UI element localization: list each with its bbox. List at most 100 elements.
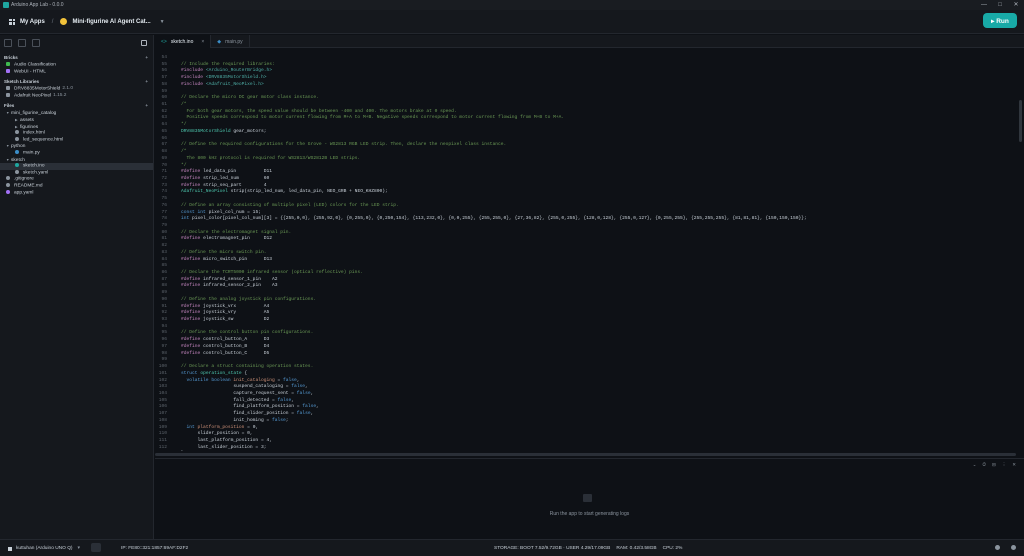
code-token: suspend_cataloging = bbox=[181, 384, 292, 390]
line-number: 68 bbox=[161, 149, 167, 155]
code-token: strip(strip_led_num, led_data_pin, NEO_G… bbox=[227, 189, 388, 195]
code-line: 110 slider_position = 0, bbox=[155, 431, 1015, 438]
resource-stats: STORAGE: BOOT 7.52/9.72GB · USER 4.29/17… bbox=[494, 546, 688, 551]
console-toolbar: ⌄ ⏱ ⊟ ⋮ ✕ bbox=[967, 462, 1016, 468]
line-number: 90 bbox=[161, 296, 167, 302]
code-line: 72 #define strip_led_num 60 bbox=[155, 176, 1015, 183]
tab-sketch-ino[interactable]: <> sketch.ino × bbox=[155, 35, 212, 48]
code-line: 64 */ bbox=[155, 122, 1015, 129]
file-tree-item[interactable]: ▼ python bbox=[0, 143, 153, 150]
code-token: /* bbox=[181, 149, 187, 155]
code-token: DRV8835MotorShield bbox=[181, 128, 231, 134]
code-token: */ bbox=[181, 122, 187, 128]
files-section-title: Files + bbox=[4, 102, 148, 110]
code-line: 68 /* bbox=[155, 149, 1015, 156]
chevron-down-icon: ▾ bbox=[77, 546, 80, 551]
upload-icon[interactable] bbox=[32, 39, 40, 47]
code-token: control_button_A D3 bbox=[203, 337, 270, 343]
line-number: 76 bbox=[161, 202, 167, 208]
file-label: app.yaml bbox=[14, 189, 34, 195]
new-file-icon[interactable] bbox=[4, 39, 12, 47]
file-tree-item[interactable]: index.html bbox=[0, 130, 153, 137]
line-number: 85 bbox=[161, 263, 167, 269]
code-token: #define bbox=[181, 169, 204, 175]
code-token: false bbox=[296, 411, 311, 417]
line-number: 65 bbox=[161, 128, 167, 134]
code-token: strip_led_num 60 bbox=[203, 175, 270, 181]
code-token: <DRV8835MotorShield.h> bbox=[205, 75, 267, 81]
line-number: 111 bbox=[158, 437, 167, 443]
code-token: #define bbox=[181, 317, 204, 323]
library-icon bbox=[6, 86, 10, 91]
collapse-console-icon[interactable]: ⌄ bbox=[973, 462, 977, 468]
collapse-sidebar-icon[interactable] bbox=[141, 40, 147, 46]
run-button[interactable]: ▸ Run bbox=[983, 13, 1017, 28]
terminal-button[interactable] bbox=[91, 543, 101, 552]
file-tree-item[interactable]: sketch.ino bbox=[0, 163, 153, 170]
bricks-section-title: Bricks + bbox=[4, 54, 148, 62]
minimize-button[interactable]: — bbox=[976, 0, 992, 10]
new-folder-icon[interactable] bbox=[18, 39, 26, 47]
file-tree-item[interactable]: README.md bbox=[0, 182, 153, 190]
apps-grid-icon[interactable] bbox=[9, 18, 15, 25]
brick-label: Audio Classification bbox=[14, 62, 56, 68]
line-number: 96 bbox=[161, 337, 167, 343]
app-name[interactable]: Mini-figurine AI Agent Cat... bbox=[72, 19, 150, 25]
code-token: led_data_pin D11 bbox=[203, 169, 272, 175]
close-window-button[interactable]: ✕ bbox=[1008, 0, 1024, 10]
py-file-icon bbox=[15, 149, 19, 154]
chevron-down-icon[interactable]: ▼ bbox=[160, 19, 165, 25]
library-version: 1.15.2 bbox=[53, 93, 67, 99]
board-selector[interactable]: kuttuhan (Arduino UNO Q) ▾ bbox=[8, 546, 80, 551]
split-icon[interactable]: ⊟ bbox=[992, 462, 996, 468]
file-tree-item[interactable]: .gitignore bbox=[0, 176, 153, 183]
code-token: #include bbox=[181, 81, 206, 87]
notification-icon[interactable] bbox=[995, 545, 1000, 550]
file-tree-item[interactable]: sketch.yaml bbox=[0, 169, 153, 177]
code-token: micro_switch_pin D13 bbox=[203, 256, 272, 262]
library-icon bbox=[6, 92, 10, 97]
maximize-button[interactable]: □ bbox=[992, 0, 1008, 10]
file-tree-item[interactable]: ▼ mini_figurine_catalog bbox=[0, 110, 153, 117]
file-tree-item[interactable]: ▶ assets bbox=[0, 117, 153, 124]
code-line: 91 #define joystick_vrx A4 bbox=[155, 304, 1015, 311]
library-item[interactable]: Adafruit NeoPixel 1.15.2 bbox=[0, 92, 153, 100]
code-line: 107 find_slider_position = false, bbox=[155, 411, 1015, 418]
code-token: control_button_B D4 bbox=[203, 343, 270, 349]
file-tree-item[interactable]: app.yaml bbox=[0, 189, 153, 197]
code-line: 89 bbox=[155, 290, 1015, 297]
code-editor[interactable]: 54 55// Include the required libraries: 56… bbox=[155, 55, 1015, 451]
file-file-icon bbox=[15, 169, 19, 174]
breadcrumb-separator: / bbox=[51, 18, 54, 25]
file-tree-item[interactable]: led_sequence.html bbox=[0, 136, 153, 144]
close-console-icon[interactable]: ✕ bbox=[1012, 462, 1016, 468]
add-library-icon[interactable]: + bbox=[145, 78, 148, 86]
add-brick-icon[interactable]: + bbox=[145, 54, 148, 62]
brick-item[interactable]: WebUI - HTML bbox=[0, 68, 153, 76]
brick-item[interactable]: Audio Classification bbox=[0, 62, 153, 69]
library-item[interactable]: DRV8835MotorShield 2.1.0 bbox=[0, 86, 153, 93]
code-line: 76 // Define an array consisting of multi… bbox=[155, 203, 1015, 210]
file-label: led_sequence.html bbox=[23, 137, 64, 143]
tab-main-py[interactable]: ◆ main.py bbox=[211, 35, 250, 48]
timestamp-icon[interactable]: ⏱ bbox=[982, 462, 986, 468]
code-token: { bbox=[241, 370, 248, 376]
horizontal-scrollbar[interactable] bbox=[155, 453, 1016, 456]
line-number: 89 bbox=[161, 290, 167, 296]
terminal-icon bbox=[583, 494, 592, 502]
code-line: 90 // Define the analog joystick pin conf… bbox=[155, 297, 1015, 304]
file-tree-item[interactable]: main.py bbox=[0, 149, 153, 157]
connection-icon[interactable] bbox=[1011, 545, 1016, 550]
code-token: infrared_sensor_2_pin A3 bbox=[203, 283, 278, 289]
code-line: 67// Define the required configurations … bbox=[155, 142, 1015, 149]
more-icon[interactable]: ⋮ bbox=[1002, 462, 1007, 468]
my-apps-link[interactable]: My Apps bbox=[20, 19, 45, 25]
libraries-section-title: Sketch Libraries + bbox=[4, 78, 148, 86]
close-tab-icon[interactable]: × bbox=[201, 39, 204, 45]
code-token: // Define the analog joystick pin config… bbox=[181, 296, 317, 302]
vertical-scrollbar[interactable] bbox=[1019, 100, 1022, 142]
code-token: operation_state bbox=[200, 370, 242, 376]
code-line: 83 // Define the micro switch pin. bbox=[155, 250, 1015, 257]
storage-stat: STORAGE: BOOT 7.52/9.72GB · USER 4.29/17… bbox=[494, 546, 611, 551]
add-file-icon[interactable]: + bbox=[145, 102, 148, 110]
